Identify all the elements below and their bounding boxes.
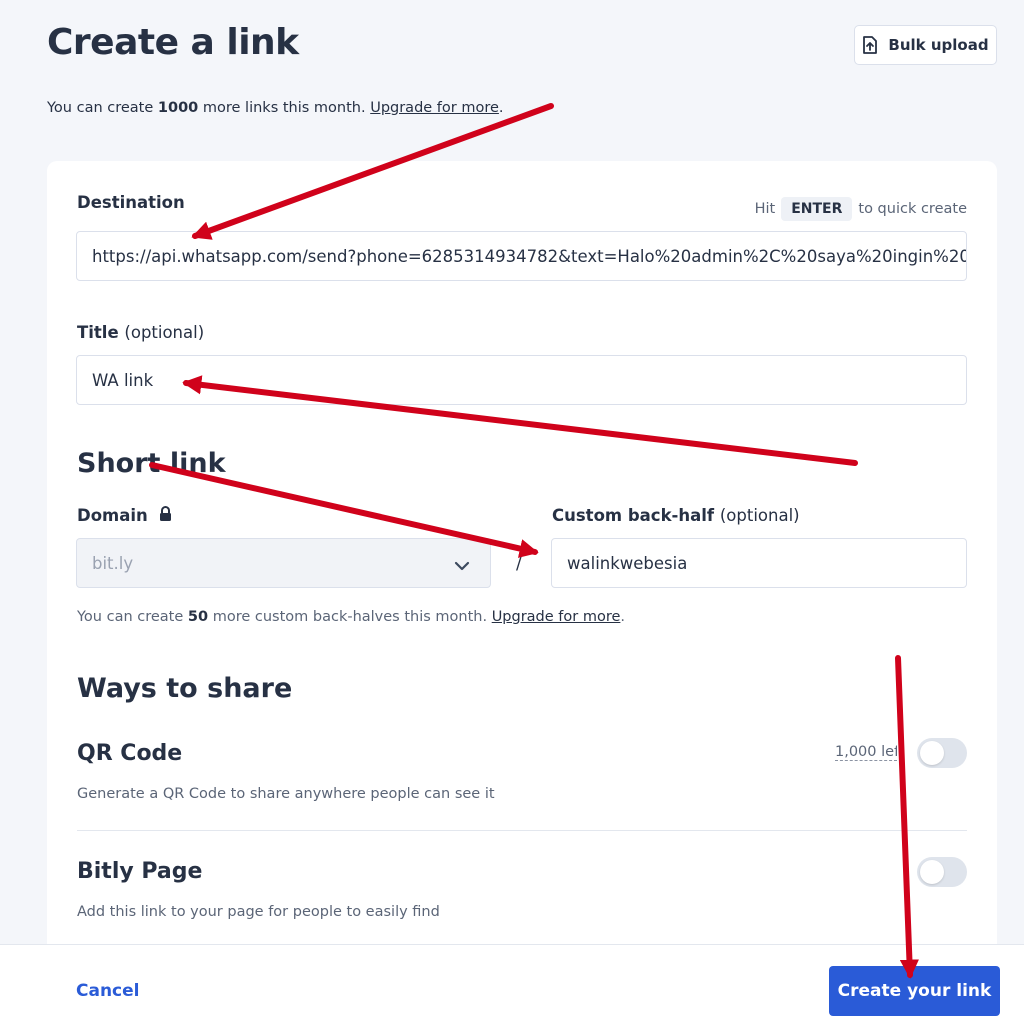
file-upload-icon xyxy=(862,36,878,54)
note-end: . xyxy=(620,609,626,625)
back-half-label: Custom back-half (optional) xyxy=(552,506,800,525)
path-separator: / xyxy=(516,554,522,574)
quick-create-hint: Hit ENTER to quick create xyxy=(755,197,967,221)
qr-code-title: QR Code xyxy=(77,741,183,766)
domain-label-text: Domain xyxy=(77,506,148,525)
quota-end: . xyxy=(498,100,504,116)
note-count: 50 xyxy=(187,609,209,625)
bitly-page-title: Bitly Page xyxy=(77,859,203,884)
hint-prefix: Hit xyxy=(754,201,776,217)
lock-icon xyxy=(159,506,172,526)
upgrade-link-back-half[interactable]: Upgrade for more xyxy=(492,609,621,625)
bitly-page-toggle[interactable] xyxy=(917,857,967,887)
quota-prefix: You can create xyxy=(47,100,158,116)
back-half-input[interactable]: walinkwebesia xyxy=(551,538,967,588)
divider xyxy=(77,830,967,831)
destination-input[interactable]: https://api.whatsapp.com/send?phone=6285… xyxy=(76,231,967,281)
title-label-text: Title xyxy=(77,323,119,342)
note-prefix: You can create xyxy=(77,609,188,625)
title-input[interactable]: WA link xyxy=(76,355,967,405)
upgrade-link[interactable]: Upgrade for more xyxy=(370,100,499,116)
qr-code-toggle[interactable] xyxy=(917,738,967,768)
create-link-button[interactable]: Create your link xyxy=(829,966,1000,1016)
note-suffix: more custom back-halves this month. xyxy=(208,609,492,625)
qr-code-description: Generate a QR Code to share anywhere peo… xyxy=(77,786,495,802)
domain-value: bit.ly xyxy=(92,553,134,573)
destination-label: Destination xyxy=(77,193,185,212)
bulk-upload-label: Bulk upload xyxy=(888,36,989,54)
bulk-upload-button[interactable]: Bulk upload xyxy=(854,25,997,65)
back-half-optional: (optional) xyxy=(719,506,800,525)
qr-remaining-count: 1,000 left xyxy=(835,744,897,761)
title-label: Title (optional) xyxy=(77,323,204,342)
back-half-label-text: Custom back-half xyxy=(552,506,715,525)
quota-suffix: more links this month. xyxy=(198,100,371,116)
create-link-form: Destination Hit ENTER to quick create ht… xyxy=(47,161,997,961)
cancel-button[interactable]: Cancel xyxy=(76,981,139,1001)
short-link-heading: Short link xyxy=(77,448,226,479)
chevron-down-icon xyxy=(454,556,470,575)
hint-suffix: to quick create xyxy=(858,201,967,217)
form-footer: Cancel Create your link xyxy=(0,944,1024,1024)
quota-count: 1000 xyxy=(157,100,199,116)
back-half-quota-note: You can create 50 more custom back-halve… xyxy=(77,609,625,625)
title-optional: (optional) xyxy=(124,323,205,342)
domain-select[interactable]: bit.ly xyxy=(76,538,491,588)
link-quota-note: You can create 1000 more links this mont… xyxy=(47,100,504,116)
domain-label: Domain xyxy=(77,506,172,526)
page-title: Create a link xyxy=(47,22,299,63)
enter-key-badge: ENTER xyxy=(781,197,853,221)
bitly-page-description: Add this link to your page for people to… xyxy=(77,904,440,920)
ways-to-share-heading: Ways to share xyxy=(77,673,293,704)
